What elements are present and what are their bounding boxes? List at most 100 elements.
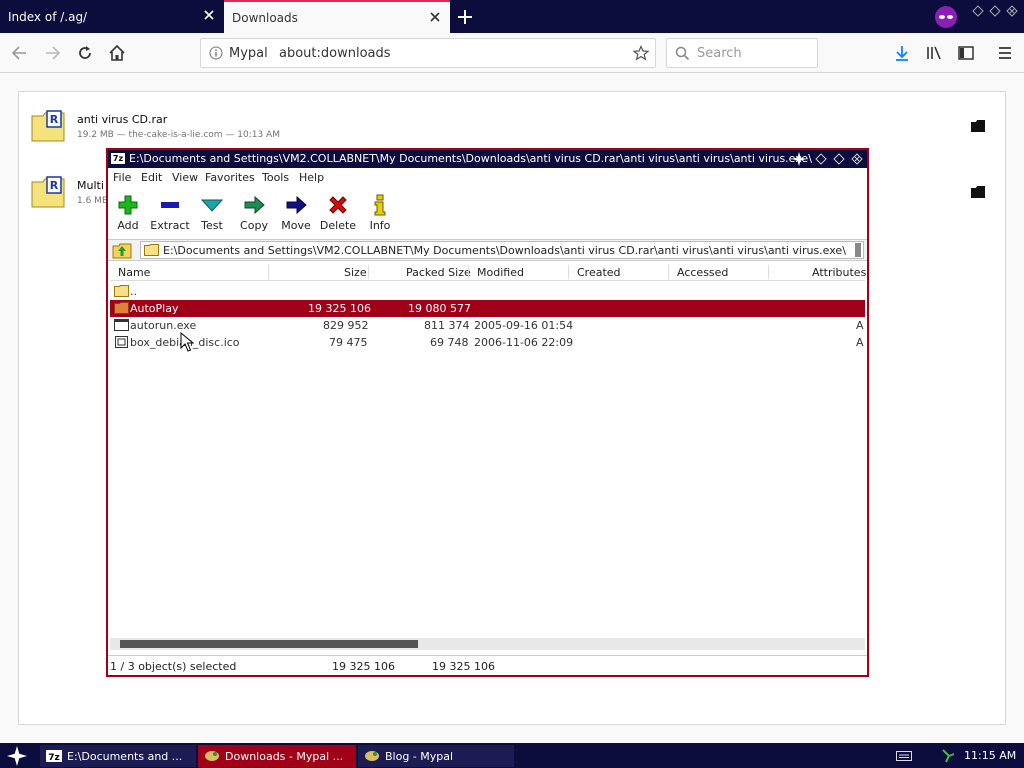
up-folder-icon[interactable] — [112, 242, 132, 259]
column-divider[interactable] — [368, 265, 369, 279]
plus-icon — [118, 195, 138, 215]
window-title: E:\Documents and Settings\VM2.COLLABNET\… — [129, 152, 812, 165]
minimize-icon[interactable] — [815, 153, 827, 165]
reload-icon — [79, 46, 91, 59]
menu-file[interactable]: File — [113, 171, 131, 184]
maximize-icon[interactable] — [989, 5, 1001, 17]
mouse-cursor-icon — [180, 332, 194, 352]
tab-label: Downloads — [232, 10, 298, 25]
sidebar-button[interactable] — [954, 41, 978, 65]
column-divider[interactable] — [668, 265, 669, 279]
test-button[interactable]: Test — [192, 190, 232, 236]
maximize-icon[interactable] — [833, 153, 845, 165]
menu-help[interactable]: Help — [299, 171, 324, 184]
search-bar[interactable]: Search — [666, 38, 818, 68]
download-arrow-icon — [896, 46, 908, 61]
close-tab-icon[interactable] — [202, 8, 216, 22]
column-divider[interactable] — [768, 265, 769, 279]
site-identity-label: Mypal — [229, 46, 268, 61]
close-icon[interactable] — [851, 153, 863, 165]
sidebar-icon — [958, 46, 974, 60]
path-text: E:\Documents and Settings\VM2.COLLABNET\… — [163, 244, 846, 257]
table-row[interactable]: autorun.exe 829 952 811 374 2005-09-16 0… — [110, 317, 865, 334]
add-label: Add — [117, 219, 139, 232]
copy-button[interactable]: Copy — [234, 190, 274, 236]
menu-tools[interactable]: Tools — [262, 171, 289, 184]
home-button[interactable] — [105, 41, 129, 65]
add-button[interactable]: Add — [108, 190, 148, 236]
column-packed-size[interactable]: Packed Size — [406, 266, 471, 279]
column-created[interactable]: Created — [577, 266, 621, 279]
svg-text:R: R — [50, 113, 59, 126]
row-size: 79 475 — [329, 336, 368, 349]
library-button[interactable] — [922, 41, 946, 65]
column-name[interactable]: Name — [118, 266, 150, 279]
status-bar: 1 / 3 object(s) selected 19 325 106 19 3… — [108, 655, 867, 675]
info-icon — [374, 194, 386, 216]
move-label: Move — [281, 219, 311, 232]
mypal-icon — [365, 751, 379, 761]
extract-button[interactable]: Extract — [150, 190, 190, 236]
toolbar: Add Extract Test Copy Move Delete Info — [108, 190, 867, 238]
forward-button[interactable] — [40, 41, 64, 65]
pin-star-icon[interactable] — [792, 152, 806, 166]
column-divider[interactable] — [568, 265, 569, 279]
tab-label: Index of /.ag/ — [8, 9, 88, 24]
menu-button[interactable] — [993, 41, 1017, 65]
table-row-selected[interactable]: AutoPlay 19 325 106 19 080 577 — [110, 300, 865, 317]
clock[interactable]: 11:15 AM — [964, 749, 1016, 762]
back-button[interactable] — [8, 41, 32, 65]
menu-bar: File Edit View Favorites Tools Help — [108, 168, 867, 188]
taskbar-item-downloads[interactable]: Downloads - Mypal ... — [198, 745, 356, 767]
download-filename: anti virus CD.rar — [77, 113, 168, 126]
bookmark-star-icon[interactable] — [633, 45, 649, 61]
horizontal-scrollbar[interactable] — [110, 638, 865, 650]
column-modified[interactable]: Modified — [477, 266, 524, 279]
info-button[interactable]: Info — [360, 190, 400, 236]
keyboard-icon[interactable] — [896, 751, 912, 761]
taskbar-item-blog[interactable]: Blog - Mypal — [358, 745, 514, 767]
tab-index-of[interactable]: Index of /.ag/ — [0, 0, 224, 33]
info-circle-icon[interactable] — [209, 46, 223, 60]
network-icon[interactable] — [940, 748, 956, 764]
tab-downloads[interactable]: Downloads — [224, 0, 450, 33]
open-folder-icon[interactable] — [971, 120, 985, 132]
reload-button[interactable] — [73, 41, 97, 65]
minimize-icon[interactable] — [972, 5, 984, 17]
new-tab-icon[interactable] — [455, 7, 475, 27]
row-name: .. — [130, 285, 137, 298]
column-attributes[interactable]: Attributes — [812, 266, 866, 279]
path-input[interactable]: E:\Documents and Settings\VM2.COLLABNET\… — [140, 241, 864, 259]
ico-file-icon — [115, 336, 128, 348]
url-bar[interactable]: Mypal about:downloads — [200, 38, 656, 68]
status-size: 19 325 106 — [332, 660, 395, 673]
hamburger-menu-icon — [999, 47, 1011, 59]
menu-view[interactable]: View — [172, 171, 198, 184]
table-row[interactable]: .. — [110, 283, 865, 300]
column-divider[interactable] — [268, 265, 269, 279]
delete-button[interactable]: Delete — [318, 190, 358, 236]
taskbar-item-7zip[interactable]: 7z E:\Documents and ... — [40, 745, 196, 767]
column-accessed[interactable]: Accessed — [677, 266, 728, 279]
move-button[interactable]: Move — [276, 190, 316, 236]
column-size[interactable]: Size — [344, 266, 367, 279]
window-close-icon[interactable] — [1006, 5, 1018, 17]
close-tab-icon[interactable] — [428, 10, 442, 24]
folder-icon — [114, 285, 129, 297]
menu-edit[interactable]: Edit — [141, 171, 162, 184]
7zip-app-icon: 7z — [111, 153, 125, 164]
url-text[interactable]: about:downloads — [279, 46, 391, 61]
search-placeholder: Search — [697, 46, 742, 61]
row-size: 829 952 — [323, 319, 369, 332]
start-star-icon[interactable] — [6, 745, 28, 767]
menu-favorites[interactable]: Favorites — [205, 171, 255, 184]
window-title-bar[interactable]: 7z E:\Documents and Settings\VM2.COLLABN… — [108, 150, 867, 168]
scrollbar-thumb[interactable] — [120, 640, 418, 648]
downloads-button[interactable] — [890, 41, 914, 65]
open-folder-icon[interactable] — [971, 186, 985, 198]
column-divider[interactable] — [468, 265, 469, 279]
search-icon — [675, 46, 690, 61]
table-row[interactable]: box_debian_disc.ico 79 475 69 748 2006-1… — [110, 334, 865, 351]
library-icon — [927, 46, 941, 60]
path-dropdown-handle[interactable] — [855, 243, 861, 257]
